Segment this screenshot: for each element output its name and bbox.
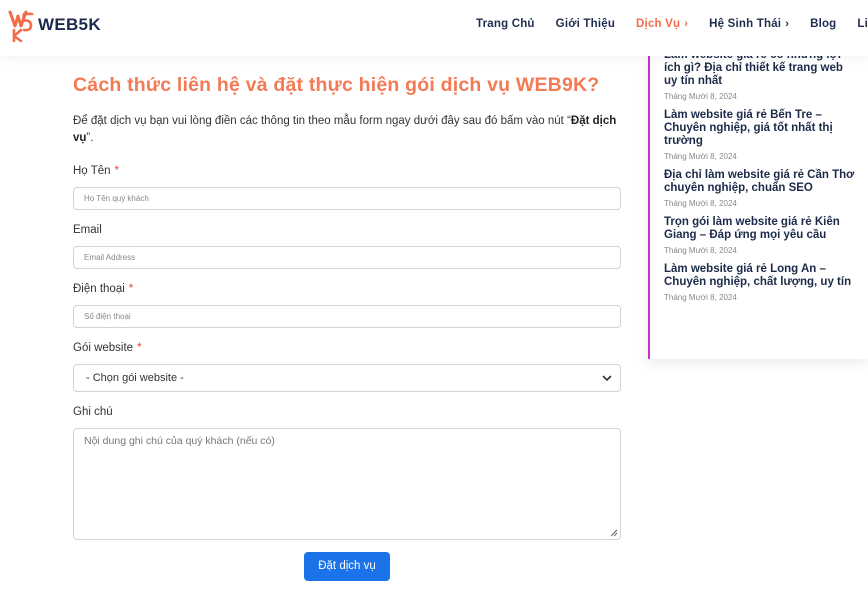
nav-item-services[interactable]: Dịch Vụ ›: [636, 18, 688, 30]
nav-item-contact[interactable]: Li: [857, 18, 868, 30]
required-mark: *: [114, 165, 119, 177]
post-date: Tháng Mười 8, 2024: [664, 293, 737, 302]
nav-label: Blog: [810, 18, 837, 30]
phone-input[interactable]: Số điện thoại: [73, 305, 621, 328]
intro-text: Để đặt dịch vụ bạn vui lòng điền các thô…: [73, 115, 571, 127]
label-text: Họ Tên: [73, 165, 111, 177]
sidebar-post[interactable]: Làm website giá rẻ có những lợi ích gì? …: [650, 56, 868, 101]
order-form-section: Cách thức liên hệ và đặt thực hiện gói d…: [73, 72, 621, 581]
post-title[interactable]: Trọn gói làm website giá rẻ Kiên Giang –…: [664, 216, 858, 242]
nav-label: Trang Chủ: [476, 18, 535, 30]
page-title: Cách thức liên hệ và đặt thực hiện gói d…: [73, 74, 600, 96]
label-text: Email: [73, 224, 102, 236]
recent-posts-sidebar: Làm website giá rẻ có những lợi ích gì? …: [648, 56, 868, 359]
post-date: Tháng Mười 8, 2024: [664, 92, 737, 101]
nav-label: Hệ Sinh Thái: [709, 18, 782, 30]
submit-wrap: Đặt dịch vụ: [73, 552, 621, 581]
main-nav: Trang Chủ Giới Thiệu Dịch Vụ › Hệ Sinh Th…: [476, 18, 868, 30]
intro-suffix: ”.: [86, 132, 94, 144]
post-date: Tháng Mười 8, 2024: [664, 246, 737, 255]
sidebar-post[interactable]: Làm website giá rẻ Long An – Chuyên nghi…: [650, 263, 868, 302]
post-title[interactable]: Làm website giá rẻ có những lợi ích gì? …: [664, 56, 858, 88]
logo-text: WEB5K: [38, 15, 101, 34]
email-input[interactable]: Email Address: [73, 246, 621, 269]
note-placeholder: Nội dung ghi chú của quý khách (nếu có): [84, 435, 275, 447]
name-label: Họ Tên *: [73, 165, 621, 181]
email-placeholder: Email Address: [84, 253, 136, 262]
name-placeholder: Ho Tên quý khách: [84, 194, 149, 203]
post-date: Tháng Mười 8, 2024: [664, 152, 737, 161]
sidebar-post[interactable]: Làm website giá rẻ Bến Tre – Chuyên nghi…: [650, 109, 868, 161]
chevron-right-icon: ›: [785, 18, 790, 30]
nav-label: Dịch Vụ: [636, 18, 681, 30]
package-select[interactable]: - Chọn gói website -: [73, 364, 621, 392]
note-label: Ghi chú: [73, 406, 621, 422]
resize-handle-icon[interactable]: [610, 529, 618, 537]
form-intro: Để đặt dịch vụ bạn vui lòng điền các thô…: [73, 113, 621, 147]
nav-item-ecosystem[interactable]: Hệ Sinh Thái ›: [709, 18, 789, 30]
sidebar-post[interactable]: Trọn gói làm website giá rẻ Kiên Giang –…: [650, 216, 868, 255]
label-text: Ghi chú: [73, 406, 113, 418]
label-text: Gói website: [73, 342, 134, 354]
sidebar-post[interactable]: Địa chỉ làm website giá rẻ Cần Thơ chuyê…: [650, 169, 868, 208]
label-text: Điện thoại: [73, 283, 125, 295]
nav-label: Giới Thiệu: [555, 18, 616, 30]
submit-order-button[interactable]: Đặt dịch vụ: [304, 552, 390, 581]
note-textarea[interactable]: Nội dung ghi chú của quý khách (nếu có): [73, 428, 621, 540]
phone-label: Điện thoại *: [73, 283, 621, 299]
post-date: Tháng Mười 8, 2024: [664, 199, 737, 208]
package-label: Gói website *: [73, 342, 621, 358]
required-mark: *: [137, 342, 142, 354]
logo[interactable]: WEB5K: [8, 8, 101, 43]
name-input[interactable]: Ho Tên quý khách: [73, 187, 621, 210]
logo-icon: [8, 8, 38, 43]
phone-placeholder: Số điện thoại: [84, 312, 131, 321]
nav-label: Li: [857, 18, 868, 30]
required-mark: *: [128, 283, 134, 295]
chevron-down-icon: [602, 375, 612, 382]
email-label: Email: [73, 224, 621, 240]
post-title[interactable]: Làm website giá rẻ Long An – Chuyên nghi…: [664, 263, 858, 289]
package-selected-value: - Chọn gói website -: [86, 372, 184, 384]
nav-item-home[interactable]: Trang Chủ: [476, 18, 535, 30]
chevron-right-icon: ›: [684, 18, 689, 30]
site-header: WEB5K Trang Chủ Giới Thiệu Dịch Vụ › Hệ S…: [0, 0, 868, 56]
post-title[interactable]: Địa chỉ làm website giá rẻ Cần Thơ chuyê…: [664, 169, 858, 195]
nav-item-about[interactable]: Giới Thiệu: [556, 18, 615, 30]
nav-item-blog[interactable]: Blog: [810, 18, 836, 30]
post-title[interactable]: Làm website giá rẻ Bến Tre – Chuyên nghi…: [664, 109, 858, 148]
